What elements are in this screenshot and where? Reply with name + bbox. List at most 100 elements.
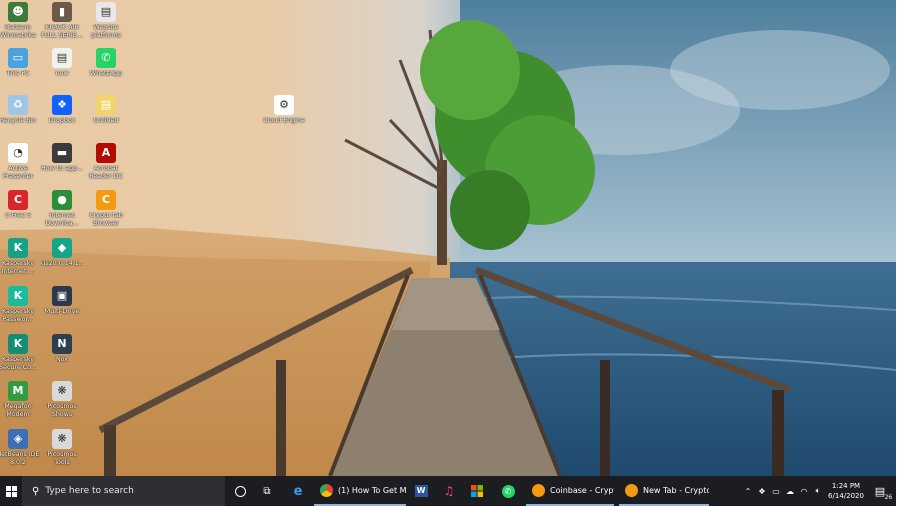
taskbar-app-coinbase[interactable]: Coinbase - CryptoT... — [526, 476, 614, 506]
desktop-icon-glyph: ✆ — [96, 48, 116, 68]
desktop-icon[interactable]: ☻ Redeem Winmatrika — [0, 2, 40, 41]
desktop-icon-label: Kaspersky Passwor... — [1, 308, 35, 323]
edge-button[interactable]: e — [286, 476, 310, 506]
desktop-icon-glyph: ▤ — [96, 2, 116, 22]
clock-date: 6/14/2020 — [828, 492, 864, 500]
speaker-icon: 🔈︎ — [815, 486, 821, 495]
desktop[interactable]: ☻ Redeem Winmatrika ▮ KRACK AIR FULL SERIE.… — [0, 0, 896, 476]
network-tray-button[interactable]: ◠ — [798, 476, 810, 506]
chevron-up-icon: ⌃ — [744, 486, 752, 496]
desktop-icon[interactable]: ▮ KRACK AIR FULL SERIE... — [40, 2, 84, 41]
desktop-icon-glyph: N — [52, 334, 72, 354]
desktop-icon-glyph: ❖ — [52, 95, 72, 115]
desktop-icon-glyph: ▬ — [52, 143, 72, 163]
desktop-icon[interactable]: K Kaspersky Internet ... — [0, 238, 40, 277]
desktop-icon[interactable]: N Nox — [40, 334, 84, 373]
desktop-icon-label: Dropbox — [48, 117, 76, 124]
dropbox-tray-button[interactable]: ❖ — [756, 476, 768, 506]
cloud-icon: ☁ — [786, 486, 794, 496]
desktop-icon-label: Multi-Drive — [44, 308, 80, 315]
word-icon: W — [414, 485, 428, 497]
taskbar-app-label: New Tab - CryptoTa... — [643, 485, 709, 495]
taskbar-app-chrome[interactable]: (1) How To Get Mor... — [314, 476, 406, 506]
desktop-icon-label: Crypto tab Browser — [89, 212, 123, 227]
desktop-icon-glyph: ❋ — [52, 381, 72, 401]
desktop-icon-glyph: ♻ — [8, 95, 28, 115]
volume-tray-button[interactable]: 🔈︎ — [812, 476, 824, 506]
desktop-icon[interactable]: ▤ new — [40, 48, 84, 87]
taskbar: ⚲ Type here to search ⧉ e (1) How To Get… — [0, 476, 896, 506]
desktop-icon[interactable]: C C-Free 5 — [0, 190, 40, 229]
desktop-icon-glyph: ▤ — [96, 95, 116, 115]
desktop-icon-label: C-Free 5 — [4, 212, 32, 219]
desktop-icon[interactable]: ♻ Recycle Bin — [0, 95, 40, 134]
taskbar-app-label: Coinbase - CryptoT... — [550, 485, 614, 495]
desktop-icon-label: NetBeans IDE 8.0.2 — [0, 451, 40, 466]
desktop-icon-label: Untitled — [93, 117, 119, 124]
desktop-icon-label: WhatsApp — [89, 70, 123, 77]
desktop-icon-label: Nox — [55, 356, 69, 363]
desktop-icon-label: Recycle Bin — [0, 117, 37, 124]
desktop-icon[interactable]: ◆ kis20.0.14.1... — [40, 238, 84, 277]
chrome-icon — [320, 483, 333, 497]
desktop-icon-label: Picosmos Tools — [47, 451, 77, 466]
taskbar-app-new-tab[interactable]: New Tab - CryptoTa... — [619, 476, 709, 506]
cortana-button[interactable] — [229, 476, 251, 506]
desktop-icon[interactable]: ▭ This PC — [0, 48, 40, 87]
desktop-icon-label: Kaspersky Internet ... — [1, 260, 35, 275]
desktop-icon-glyph: K — [8, 286, 28, 306]
desktop-icon-glyph: ▣ — [52, 286, 72, 306]
desktop-icon-glyph: ⚙ — [274, 95, 294, 115]
desktop-icon-glyph: ❋ — [52, 429, 72, 449]
word-button[interactable]: W — [410, 476, 432, 506]
whatsapp-button[interactable]: ✆ — [496, 476, 520, 506]
battery-tray-button[interactable]: ▭ — [770, 476, 782, 506]
desktop-icon[interactable]: ▣ Multi-Drive — [40, 286, 84, 325]
desktop-icon[interactable]: ⚙ Cloud Engine — [262, 95, 306, 134]
desktop-icon[interactable]: A Acrobat Reader DC — [84, 143, 128, 182]
desktop-icon[interactable]: ✆ WhatsApp — [84, 48, 128, 87]
desktop-icon-glyph: ▮ — [52, 2, 72, 22]
desktop-icon[interactable]: ❋ Picosmos Shows — [40, 381, 84, 420]
desktop-icon-glyph: C — [96, 190, 116, 210]
desktop-icon-label: kis20.0.14.1... — [40, 260, 84, 267]
desktop-icon-label: Acrobat Reader DC — [89, 165, 123, 180]
windows-icon — [5, 485, 17, 497]
desktop-icon-glyph: A — [96, 143, 116, 163]
battery-icon: ▭ — [772, 486, 780, 496]
desktop-icon[interactable]: M Megafon Modem — [0, 381, 40, 420]
desktop-icon-label: This PC — [6, 70, 30, 77]
desktop-icon[interactable]: ❋ Picosmos Tools — [40, 429, 84, 468]
start-button[interactable] — [0, 476, 22, 506]
search-placeholder: Type here to search — [45, 486, 134, 496]
itunes-button[interactable]: ♫ — [438, 476, 460, 506]
desktop-icon[interactable]: ▬ How to app... — [40, 143, 84, 182]
dropbox-icon: ❖ — [758, 486, 766, 496]
desktop-icon-glyph: ◆ — [52, 238, 72, 258]
desktop-icon[interactable]: ▤ Website platforms — [84, 2, 128, 41]
wallpaper — [0, 0, 896, 476]
desktop-icon[interactable]: ● Internet Downloa... — [40, 190, 84, 229]
show-hidden-icons-button[interactable]: ⌃ — [742, 476, 754, 506]
clock[interactable]: 1:24 PM 6/14/2020 — [826, 476, 866, 506]
action-center-button[interactable]: ▤ 26 — [868, 476, 893, 506]
desktop-icon-label: Kaspersky Secure Co... — [0, 356, 37, 371]
desktop-icon-glyph: K — [8, 238, 28, 258]
desktop-icon[interactable]: K Kaspersky Secure Co... — [0, 334, 40, 373]
onedrive-tray-button[interactable]: ☁ — [784, 476, 796, 506]
desktop-icon[interactable]: ◈ NetBeans IDE 8.0.2 — [0, 429, 40, 468]
desktop-icon[interactable]: K Kaspersky Passwor... — [0, 286, 40, 325]
store-button[interactable] — [466, 476, 488, 506]
desktop-icon[interactable]: C Crypto tab Browser — [84, 190, 128, 229]
wifi-icon: ◠ — [800, 486, 808, 496]
edge-icon: e — [293, 483, 303, 499]
desktop-icon[interactable]: ❖ Dropbox — [40, 95, 84, 134]
desktop-icon[interactable]: ▤ Untitled — [84, 95, 128, 134]
clock-time: 1:24 PM — [831, 482, 861, 490]
search-box[interactable]: ⚲ Type here to search — [22, 476, 225, 506]
desktop-icon-label: Website platforms — [90, 24, 122, 39]
task-view-button[interactable]: ⧉ — [256, 476, 278, 506]
desktop-icon-glyph: ● — [52, 190, 72, 210]
desktop-icon-label: Megafon Modem — [4, 403, 32, 418]
desktop-icon[interactable]: ◔ Active Presenter — [0, 143, 40, 182]
